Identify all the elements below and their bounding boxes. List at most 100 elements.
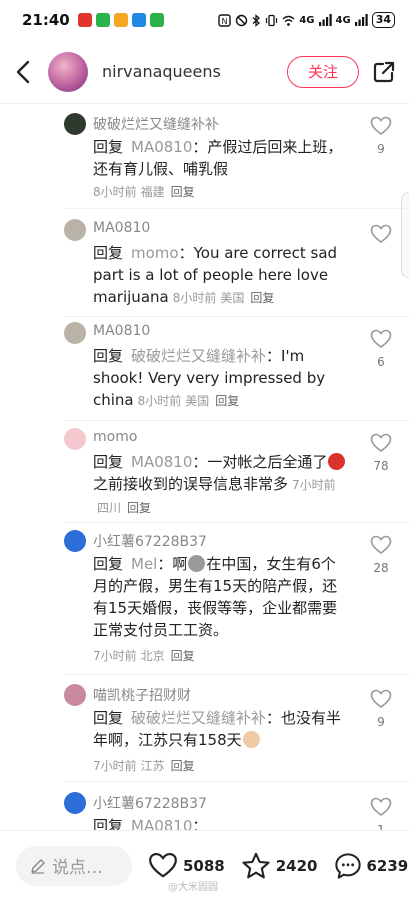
- commenter-name[interactable]: 小红薯67228B37: [93, 531, 207, 551]
- divider: [64, 316, 409, 317]
- reply-prefix: 回复: [93, 709, 124, 727]
- signal-icon: [354, 14, 368, 26]
- comment-body[interactable]: 回复 破破烂烂又缝缝补补：也没有半年啊，江苏只有158天 7小时前 江苏 回复: [93, 707, 348, 781]
- reply-target[interactable]: 破破烂烂又缝缝补补: [131, 709, 266, 727]
- network-type: 4G: [335, 14, 351, 26]
- nfc-icon: N: [218, 13, 232, 27]
- reply-button[interactable]: 回复: [171, 649, 195, 663]
- commenter-avatar[interactable]: [64, 428, 86, 450]
- comment-like-button[interactable]: [368, 224, 394, 250]
- crying-face-emoji-icon: [242, 731, 260, 748]
- app-notification-icon: [95, 13, 110, 27]
- app-notification-icon: [113, 13, 128, 27]
- comment-time: 8小时前: [93, 185, 137, 199]
- reply-prefix: 回复: [93, 347, 124, 365]
- comment-body[interactable]: 回复 破破烂烂又缝缝补补：I'm shook! Very very impress…: [93, 345, 348, 412]
- commenter-avatar[interactable]: [64, 684, 86, 706]
- author-username[interactable]: nirvanaqueens: [102, 62, 221, 81]
- heart-icon: [370, 797, 392, 816]
- heart-icon: [370, 224, 392, 243]
- reply-button[interactable]: 回复: [171, 759, 195, 773]
- reply-button[interactable]: 回复: [215, 394, 239, 408]
- chevron-left-icon: [16, 60, 30, 83]
- reply-target[interactable]: MA0810: [131, 138, 192, 156]
- commenter-avatar[interactable]: [64, 322, 86, 344]
- app-notification-icon: [149, 13, 164, 27]
- svg-text:N: N: [222, 17, 228, 26]
- like-count: 6: [377, 355, 385, 369]
- back-button[interactable]: [0, 40, 46, 104]
- comment-text: 在中国，女生有6个月的产假，男生有15天的陪产假，还有15天婚假，丧假等等，企业…: [93, 555, 338, 639]
- share-icon: [373, 61, 395, 82]
- comment-like-button[interactable]: 9: [368, 116, 394, 156]
- comment-body[interactable]: 回复 MA0810：一对帐之后全通了之前接收到的误导信息非常多 7小时前四川 回复: [93, 451, 348, 519]
- commenter-name[interactable]: 喵凯桃子招财财: [93, 685, 191, 705]
- app-notification-icon: [77, 13, 92, 27]
- battery-indicator: 34: [371, 12, 395, 28]
- commenter-avatar[interactable]: [64, 113, 86, 135]
- reply-prefix: 回复: [93, 817, 124, 830]
- comment-like-button[interactable]: 9: [368, 689, 394, 729]
- comment-text: ：一对帐之后全通了: [192, 453, 328, 471]
- comment-like-button[interactable]: 1: [368, 797, 394, 830]
- commenter-name[interactable]: MA0810: [93, 220, 150, 236]
- comment-like-button[interactable]: 78: [368, 433, 394, 473]
- commenter-avatar[interactable]: [64, 530, 86, 552]
- like-count: 1: [377, 823, 385, 830]
- reply-target[interactable]: MA0810: [131, 817, 192, 830]
- app-notification-icon: [131, 13, 146, 27]
- comment-button[interactable]: 6239: [334, 852, 408, 880]
- reply-prefix: 回复: [93, 453, 124, 471]
- commenter-avatar[interactable]: [64, 792, 86, 814]
- comment-like-button[interactable]: 6: [368, 329, 394, 369]
- comment-time: 8小时前: [137, 394, 182, 408]
- heart-icon: [370, 433, 392, 452]
- commenter-avatar[interactable]: [64, 219, 86, 241]
- heart-icon: [370, 116, 392, 135]
- reply-target[interactable]: MA0810: [131, 453, 192, 471]
- like-count: 9: [377, 715, 385, 729]
- reply-target[interactable]: momo: [131, 244, 179, 262]
- comment-body[interactable]: 回复 MA0810：产假过后回来上班，还有育儿假、哺乳假 8小时前 福建 回复: [93, 136, 348, 203]
- reply-prefix: 回复: [93, 244, 124, 262]
- wifi-icon: [282, 15, 295, 26]
- comment-input-placeholder: 说点…: [52, 858, 103, 878]
- reply-prefix: 回复: [93, 555, 124, 573]
- heart-icon: [370, 689, 392, 708]
- share-button[interactable]: [359, 40, 409, 104]
- comment-bubble-icon: [334, 852, 361, 879]
- collect-button[interactable]: 2420: [241, 852, 318, 880]
- commenter-name[interactable]: MA0810: [93, 323, 150, 339]
- reply-target[interactable]: Mel: [131, 555, 157, 573]
- comment-body[interactable]: 回复 momo：You are correct sad part is a lot…: [93, 242, 348, 309]
- author-avatar[interactable]: [48, 51, 88, 92]
- reply-target[interactable]: 破破烂烂又缝缝补补: [131, 347, 266, 365]
- comment-text: 之前接收到的误导信息非常多: [93, 475, 289, 493]
- poop-emoji-icon: [188, 555, 206, 572]
- comment-like-button[interactable]: 28: [368, 535, 394, 575]
- mute-icon: [236, 14, 248, 26]
- reply-prefix: 回复: [93, 138, 124, 156]
- comment-input[interactable]: 说点…: [16, 845, 132, 886]
- reply-button[interactable]: 回复: [171, 185, 195, 199]
- divider: [64, 781, 409, 782]
- reply-button[interactable]: 回复: [250, 291, 274, 305]
- heart-icon: [149, 852, 177, 878]
- like-count: 9: [377, 142, 385, 156]
- like-button[interactable]: 5088: [148, 852, 225, 879]
- commenter-name[interactable]: 破破烂烂又缝缝补补: [93, 114, 219, 134]
- reply-button[interactable]: 回复: [127, 501, 151, 515]
- comment-text: ：啊: [157, 555, 188, 573]
- heart-icon: [370, 329, 392, 348]
- commenter-name[interactable]: 小红薯67228B37: [93, 793, 207, 813]
- star-icon: [242, 852, 270, 878]
- heart-icon: [370, 535, 392, 554]
- status-bar: 21:40 N 4G 4G 34: [0, 0, 409, 40]
- status-time: 21:40: [22, 11, 70, 29]
- comment-body[interactable]: 回复 Mel：啊 在中国，女生有6个月的产假，男生有15天的陪产假，还有15天婚假，…: [93, 553, 348, 671]
- commenter-name[interactable]: momo: [93, 429, 137, 445]
- side-drawer-handle[interactable]: [401, 192, 409, 278]
- comment-list[interactable]: 破破烂烂又缝缝补补 回复 MA0810：产假过后回来上班，还有育儿假、哺乳假 8小时…: [0, 104, 409, 830]
- follow-button[interactable]: 关注: [287, 55, 359, 88]
- comment-body[interactable]: 回复 MA0810：: [93, 815, 348, 830]
